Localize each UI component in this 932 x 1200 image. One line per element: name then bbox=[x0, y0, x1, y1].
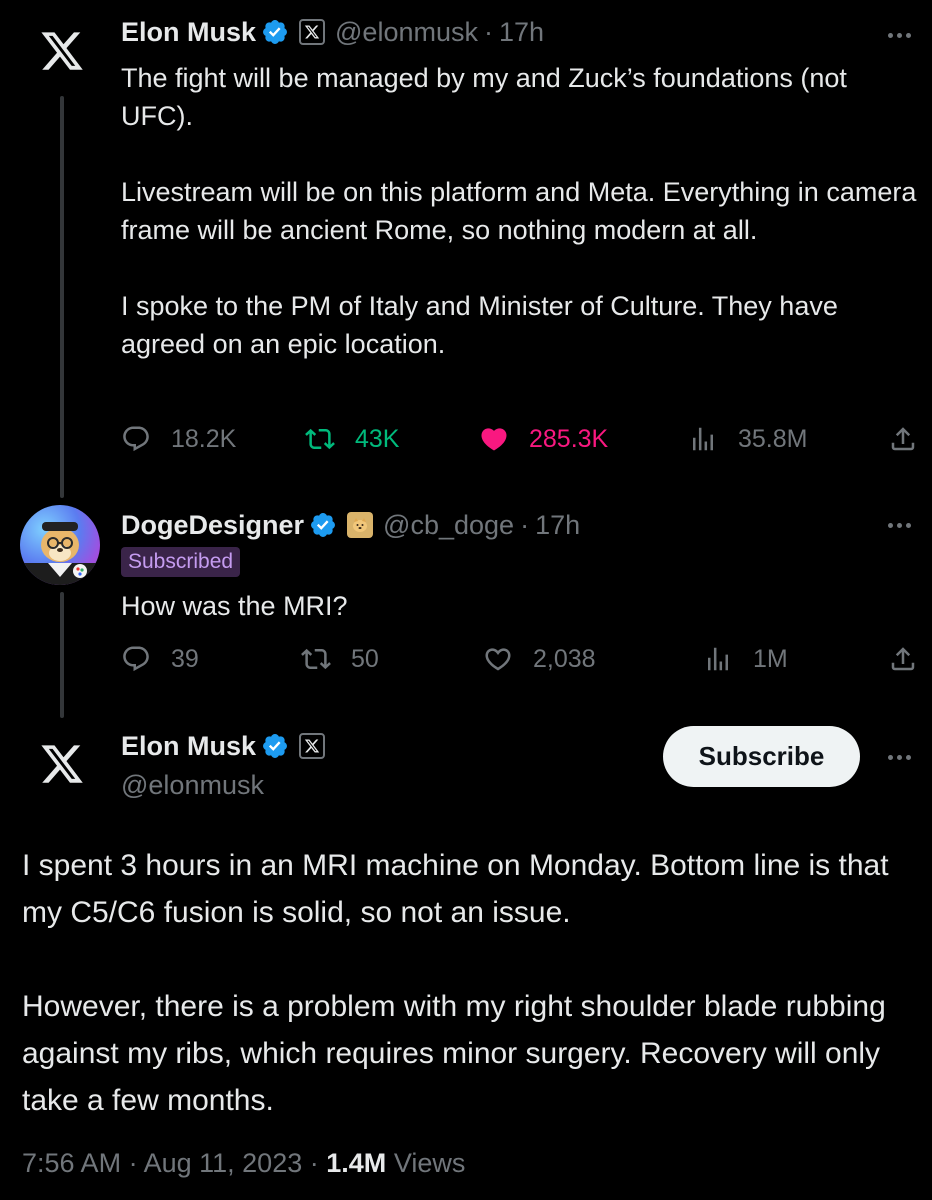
views-count: 1M bbox=[753, 644, 788, 673]
affiliate-doge-badge-icon[interactable] bbox=[347, 512, 374, 538]
x-logo-icon bbox=[41, 32, 83, 70]
main-tweet-text: I spent 3 hours in an MRI machine on Mon… bbox=[22, 849, 889, 1117]
reply-icon bbox=[123, 426, 149, 452]
like-button[interactable]: 2,038 bbox=[483, 644, 596, 674]
tweet-2-actions: 39 50 2,038 1M bbox=[121, 644, 918, 684]
heart-outline-icon bbox=[485, 648, 511, 671]
views-chart-icon bbox=[708, 647, 728, 671]
views-chart-icon bbox=[693, 427, 713, 451]
verified-badge-icon[interactable] bbox=[261, 18, 289, 46]
author-name[interactable]: Elon Musk bbox=[121, 731, 256, 762]
reply-button[interactable]: 39 bbox=[121, 644, 199, 674]
x-logo-avatar[interactable] bbox=[34, 23, 90, 79]
tweet-meta: 7:56 AM · Aug 11, 2023 · 1.4M Views bbox=[22, 1148, 465, 1179]
reply-button[interactable]: 18.2K bbox=[121, 424, 236, 454]
repost-button[interactable]: 43K bbox=[305, 424, 399, 454]
author-handle[interactable]: @cb_doge bbox=[383, 510, 514, 541]
more-options-icon[interactable] bbox=[884, 20, 914, 50]
share-button[interactable] bbox=[888, 424, 918, 454]
separator-dot: · bbox=[128, 1148, 138, 1178]
separator-dot: · bbox=[520, 509, 530, 540]
views-button[interactable]: 1M bbox=[703, 644, 788, 674]
reply-count: 39 bbox=[171, 644, 199, 673]
tweet-2-text: How was the MRI? bbox=[121, 591, 348, 621]
views-label: Views bbox=[393, 1148, 466, 1178]
tweet-1-actions: 18.2K 43K 285.3K 35.8M bbox=[121, 424, 918, 464]
repost-button[interactable]: 50 bbox=[301, 644, 379, 674]
author-name[interactable]: DogeDesigner bbox=[121, 510, 304, 541]
main-tweet-name-row: Elon Musk bbox=[121, 728, 326, 764]
tweet-time[interactable]: 17h bbox=[535, 510, 580, 541]
repost-icon bbox=[305, 428, 335, 450]
separator-dot: · bbox=[309, 1148, 319, 1178]
share-icon bbox=[891, 427, 915, 451]
views-button[interactable]: 35.8M bbox=[688, 424, 807, 454]
author-name[interactable]: Elon Musk bbox=[121, 17, 256, 48]
dogedesigner-avatar[interactable] bbox=[20, 505, 100, 585]
x-logo-avatar[interactable] bbox=[34, 736, 90, 792]
separator-dot: · bbox=[483, 16, 493, 47]
like-count: 2,038 bbox=[533, 644, 596, 673]
tweet-time[interactable]: 17h bbox=[499, 17, 544, 48]
tweet-2-header: DogeDesigner @cb_doge · 17h bbox=[121, 507, 580, 543]
tweet-1-text: The fight will be managed by my and Zuck… bbox=[121, 63, 917, 359]
reply-icon bbox=[123, 646, 149, 672]
repost-count: 50 bbox=[351, 644, 379, 673]
more-options-icon[interactable] bbox=[884, 742, 914, 772]
tweet-date[interactable]: Aug 11, 2023 bbox=[144, 1148, 303, 1178]
views-total[interactable]: 1.4M bbox=[326, 1148, 386, 1178]
author-handle[interactable]: @elonmusk bbox=[335, 17, 478, 48]
like-count: 285.3K bbox=[529, 424, 609, 453]
author-handle[interactable]: @elonmusk bbox=[121, 770, 264, 801]
share-icon bbox=[891, 647, 915, 671]
subscribed-badge: Subscribed bbox=[121, 547, 241, 577]
tweet-timestamp[interactable]: 7:56 AM bbox=[22, 1148, 121, 1178]
views-count: 35.8M bbox=[738, 424, 808, 453]
main-tweet-handle-row: @elonmusk bbox=[121, 767, 264, 803]
subscribe-button[interactable]: Subscribe bbox=[663, 726, 860, 787]
repost-count: 43K bbox=[355, 424, 400, 453]
repost-icon bbox=[301, 648, 331, 670]
thread-line-1 bbox=[60, 96, 64, 498]
affiliate-x-badge-icon[interactable] bbox=[299, 733, 326, 759]
heart-filled-icon bbox=[481, 428, 507, 451]
verified-badge-icon[interactable] bbox=[309, 511, 337, 539]
tweet-1-header: Elon Musk @elonmusk · 17h bbox=[121, 14, 544, 50]
share-button[interactable] bbox=[888, 644, 918, 674]
more-options-icon[interactable] bbox=[884, 510, 914, 540]
verified-badge-icon[interactable] bbox=[261, 732, 289, 760]
reply-count: 18.2K bbox=[171, 424, 237, 453]
like-button[interactable]: 285.3K bbox=[479, 424, 608, 454]
thread-line-2 bbox=[60, 592, 64, 718]
affiliate-x-badge-icon[interactable] bbox=[299, 19, 326, 45]
x-logo-icon bbox=[41, 745, 83, 783]
